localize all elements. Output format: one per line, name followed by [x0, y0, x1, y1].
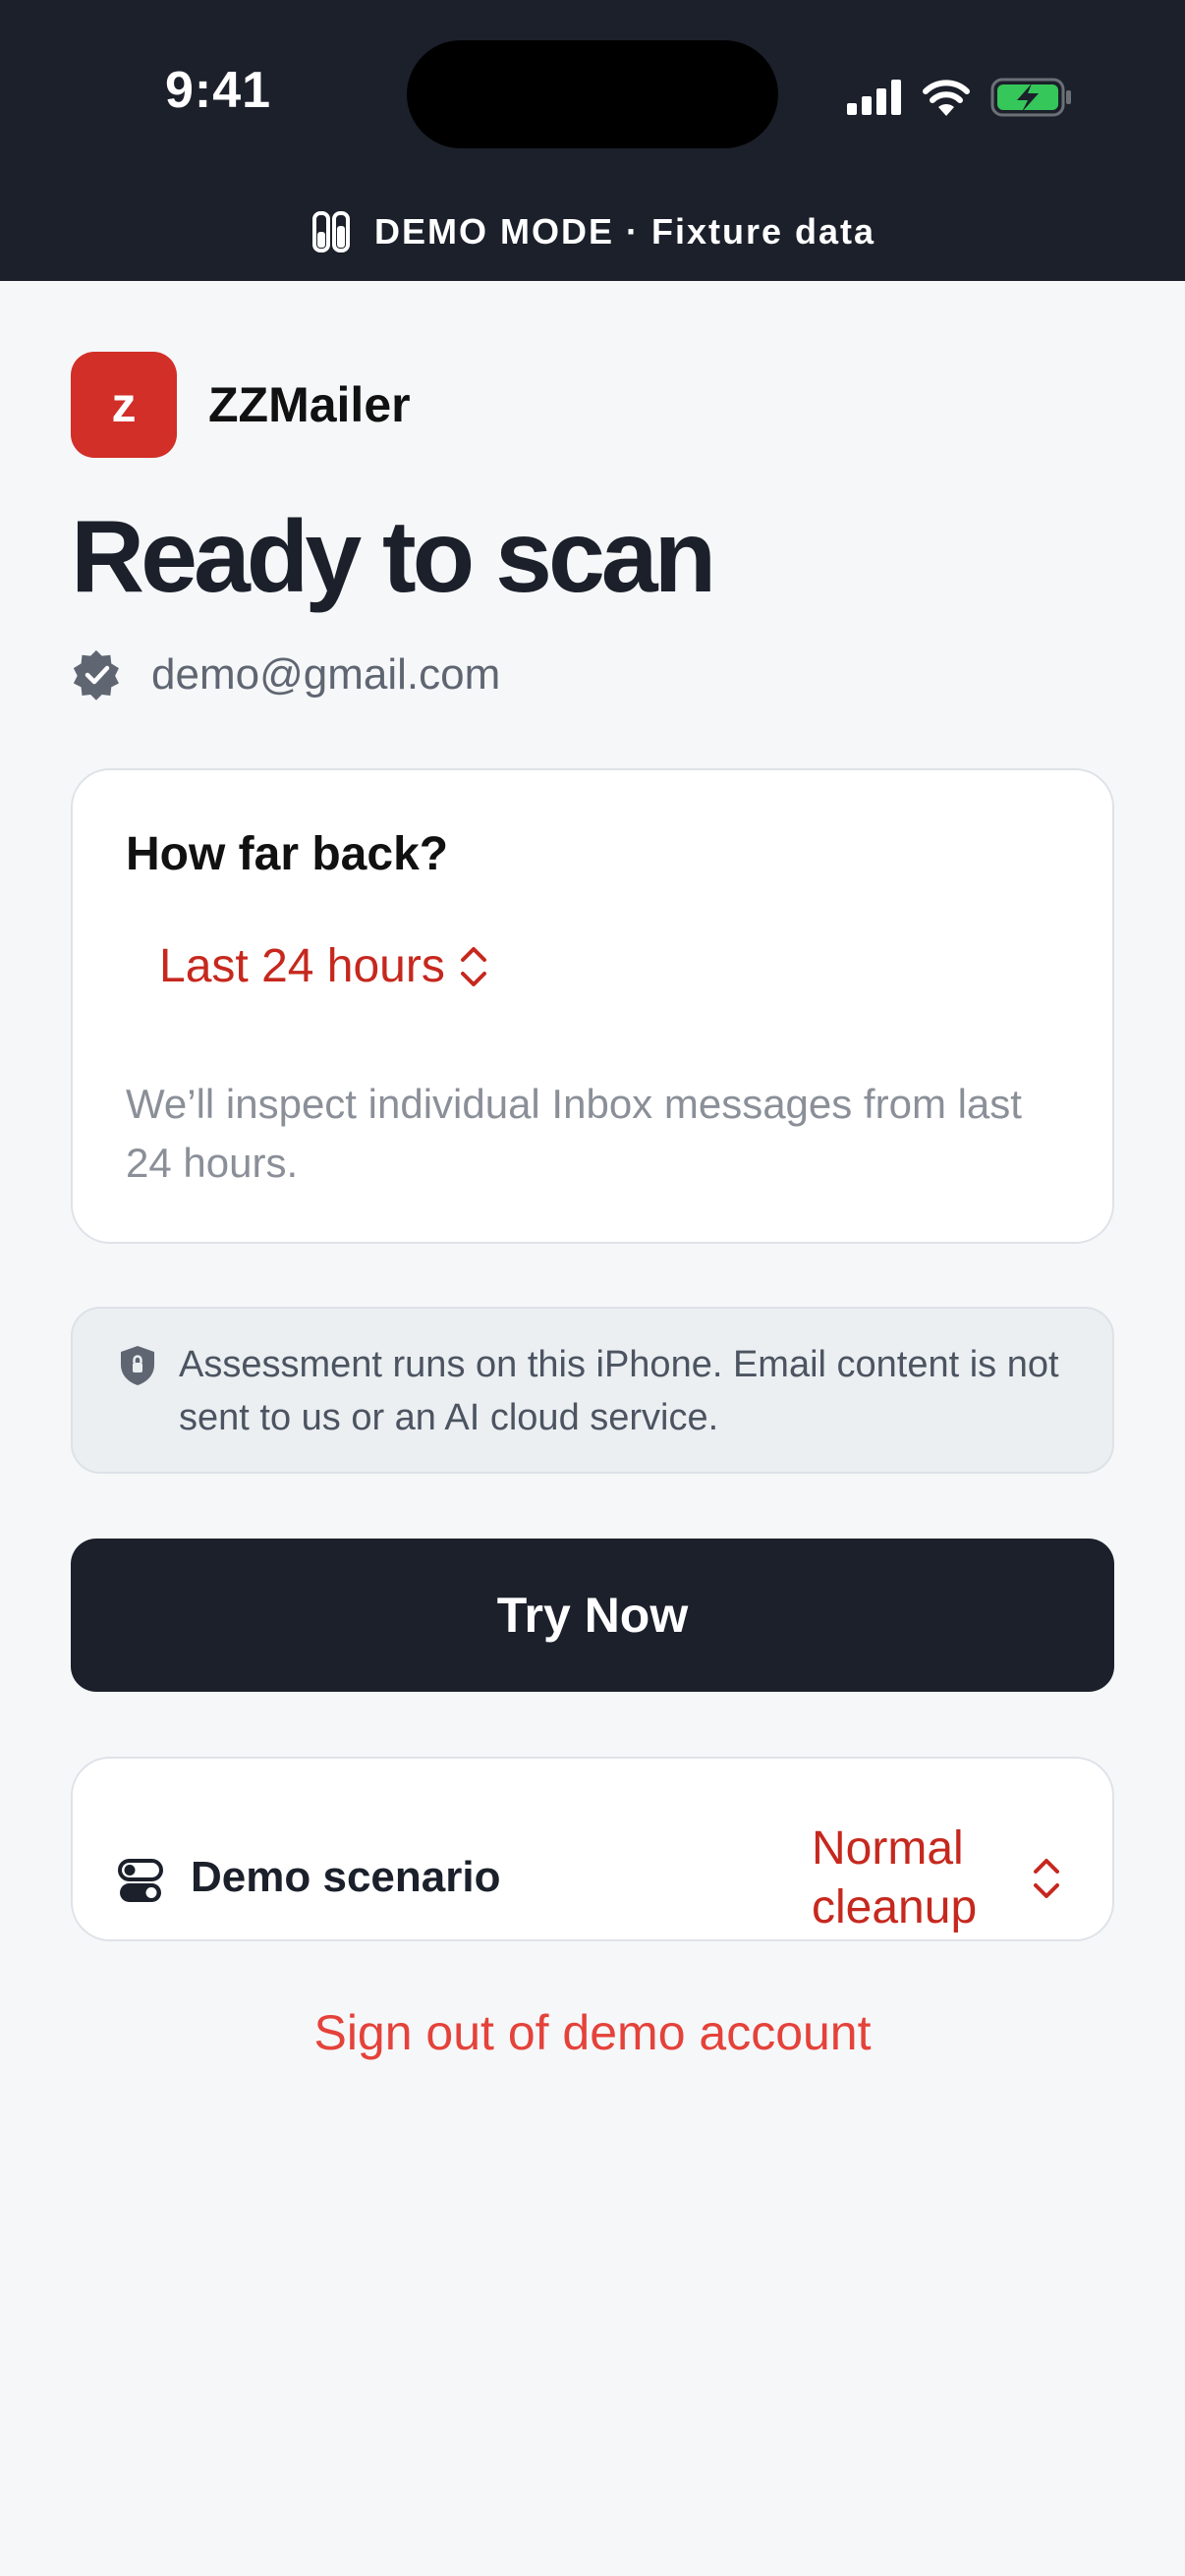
privacy-note: Assessment runs on this iPhone. Email co…: [71, 1307, 1114, 1474]
scan-range-picker[interactable]: Last 24 hours: [159, 939, 490, 993]
scan-range-title: How far back?: [126, 828, 449, 880]
top-bar: 9:41 DEMO MODE · Fixture data: [0, 0, 1185, 281]
try-now-button[interactable]: Try Now: [71, 1539, 1114, 1692]
test-tubes-icon: [311, 211, 350, 252]
chevron-up-down-icon: [460, 946, 486, 986]
app-name: ZZMailer: [208, 377, 411, 432]
battery-charging-icon: [990, 78, 1071, 117]
account-email: demo@gmail.com: [151, 650, 501, 699]
demo-mode-text: DEMO MODE · Fixture data: [373, 211, 876, 252]
wifi-icon: [923, 80, 970, 116]
demo-scenario-card: Demo scenario Normal cleanup: [71, 1757, 1114, 1941]
status-icons: [847, 73, 1073, 122]
toggles-icon: [118, 1859, 163, 1902]
chevron-up-down-icon: [1034, 1859, 1059, 1898]
demo-scenario-label: Demo scenario: [191, 1853, 501, 1901]
app-logo: z: [71, 352, 177, 458]
dynamic-island: [407, 40, 778, 148]
shield-lock-icon: [121, 1346, 154, 1385]
app-header: z ZZMailer: [71, 352, 411, 458]
account-row: demo@gmail.com: [71, 648, 500, 701]
scan-range-value: Last 24 hours: [159, 940, 445, 992]
app-logo-letter: z: [111, 377, 137, 432]
cellular-signal-icon: [847, 80, 901, 115]
demo-scenario-value: Normal cleanup: [812, 1822, 978, 1933]
demo-scenario-picker[interactable]: Normal cleanup: [812, 1820, 1063, 1937]
status-time: 9:41: [165, 62, 272, 119]
scan-range-card: How far back? Last 24 hours We’ll inspec…: [71, 768, 1114, 1244]
scan-range-description: We’ll inspect individual Inbox messages …: [126, 1081, 1022, 1186]
page-title: Ready to scan: [71, 500, 716, 614]
demo-mode-banner: DEMO MODE · Fixture data: [0, 202, 1185, 261]
verified-badge-icon: [73, 649, 119, 700]
privacy-text: Assessment runs on this iPhone. Email co…: [179, 1344, 1059, 1438]
sign-out-link[interactable]: Sign out of demo account: [0, 2004, 1185, 2061]
